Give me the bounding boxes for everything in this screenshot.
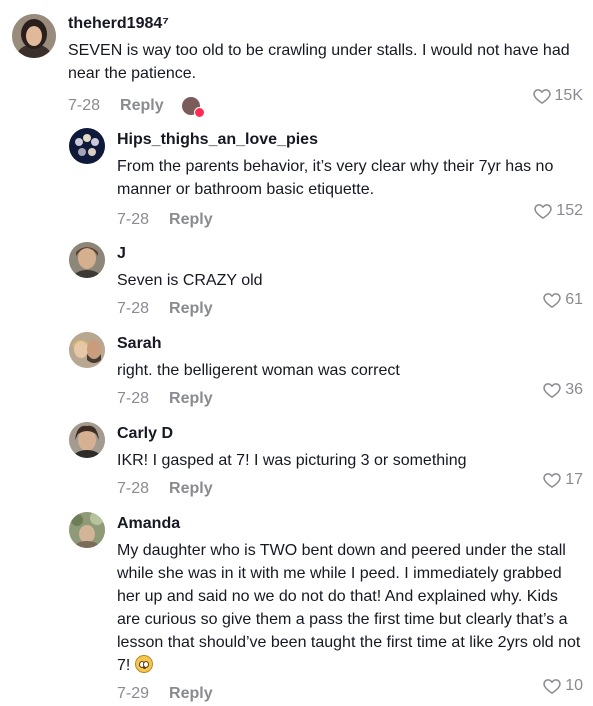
reply-button[interactable]: Reply [169,685,213,703]
comment-text-content: My daughter who is TWO bent down and pee… [117,542,581,674]
comment-text: My daughter who is TWO bent down and pee… [117,539,582,677]
username[interactable]: Carly D [117,424,557,444]
username[interactable]: Hips_thighs_an_love_pies [117,130,557,150]
heart-outline-icon [534,204,552,219]
heart-outline-icon [543,679,561,694]
like-count: 15K [554,87,583,104]
comment-date: 7-29 [117,685,150,702]
like-button[interactable]: 10 [542,676,583,696]
like-button[interactable]: 152 [533,201,583,221]
like-count: 61 [565,291,583,308]
comment-text: Seven is CRAZY old [117,272,263,289]
reply-button[interactable]: Reply [169,480,213,498]
reply-button[interactable]: Reply [169,390,213,408]
username[interactable]: J [117,244,557,264]
comment-text: SEVEN is way too old to be crawling unde… [68,42,570,82]
like-count: 17 [565,471,583,488]
avatar[interactable] [69,128,105,164]
reply-button[interactable]: Reply [120,97,164,115]
heart-outline-icon [543,383,561,398]
comment-date: 7-28 [68,97,101,114]
reply-button[interactable]: Reply [169,211,213,229]
like-button[interactable]: 36 [542,380,583,400]
avatar[interactable] [69,242,105,278]
heart-outline-icon [532,89,551,104]
username[interactable]: theherd1984⁷ [68,14,578,34]
comment-date: 7-28 [117,300,150,317]
avatar-image [69,332,105,368]
like-count: 10 [565,677,583,694]
avatar-image [12,14,56,58]
avatar[interactable] [69,422,105,458]
comment-date: 7-28 [117,390,150,407]
avatar[interactable] [69,512,105,548]
comment-text: IKR! I gasped at 7! I was picturing 3 or… [117,452,467,469]
username[interactable]: Sarah [117,334,557,354]
comment-text: From the parents behavior, it’s very cle… [117,158,554,198]
like-button[interactable]: 17 [542,470,583,490]
avatar-image [69,128,105,164]
like-count: 36 [565,381,583,398]
reply-button[interactable]: Reply [169,300,213,318]
comment-text: right. the belligerent woman was correct [117,362,400,379]
flushed-face-icon [134,655,153,673]
avatar[interactable] [69,332,105,368]
avatar[interactable] [12,14,56,58]
username[interactable]: Amanda [117,514,582,534]
heart-outline-icon [543,293,561,308]
heart-badge-icon [193,107,205,118]
comment-date: 7-28 [117,211,150,228]
like-count: 152 [556,202,583,219]
heart-outline-icon [543,473,561,488]
avatar-image [69,242,105,278]
comment-date: 7-28 [117,480,150,497]
avatar-image [69,422,105,458]
like-button[interactable]: 15K [532,86,583,106]
avatar-image [69,512,105,548]
like-button[interactable]: 61 [542,290,583,310]
creator-liked-avatar [181,97,205,118]
